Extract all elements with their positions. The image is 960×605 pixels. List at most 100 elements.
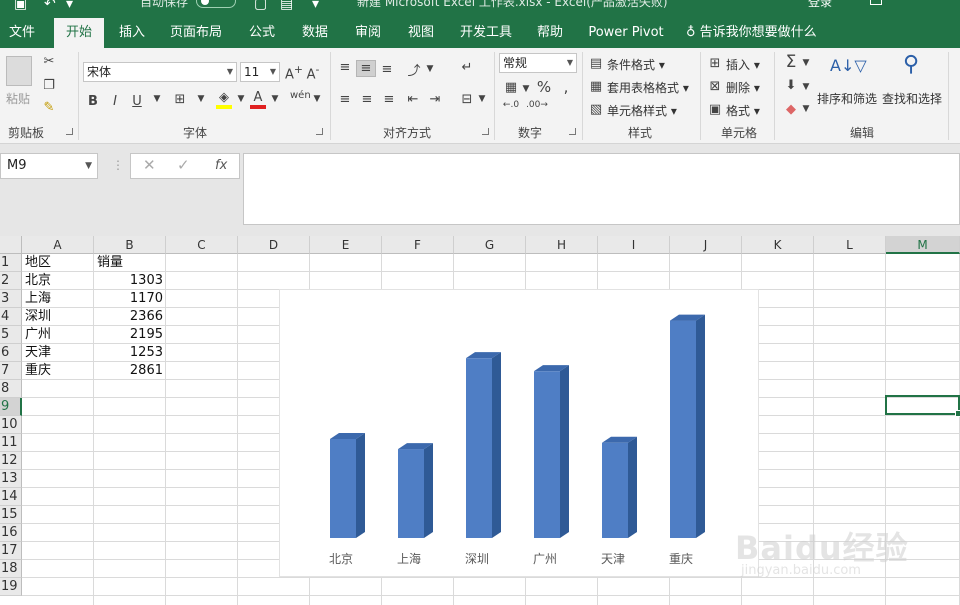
row-header-19[interactable]: 19 (0, 578, 22, 596)
undo-dropdown-icon[interactable]: ▾ (66, 0, 73, 12)
undo-icon[interactable]: ↶ (44, 0, 56, 12)
increase-indent-icon[interactable]: ⇥ (426, 92, 444, 107)
fill-icon[interactable]: ⬇ (782, 78, 800, 93)
cell-region[interactable]: 天津 (23, 344, 53, 362)
align-middle-icon[interactable]: ≡ (356, 60, 376, 77)
decrease-decimal-icon[interactable]: .00→ (526, 100, 548, 110)
row-header-12[interactable]: 12 (0, 452, 22, 470)
cell-region[interactable]: 上海 (23, 290, 53, 308)
paste-icon[interactable] (6, 56, 32, 86)
save-icon[interactable]: ▣ (14, 0, 27, 12)
chart-bar[interactable] (534, 371, 560, 538)
selected-cell-m9[interactable] (885, 395, 960, 417)
sort-filter-icon[interactable]: A↓▽ (830, 56, 867, 75)
cell-region[interactable]: 深圳 (23, 308, 53, 326)
row-header-11[interactable]: 11 (0, 434, 22, 452)
tab-home[interactable]: 开始 (54, 18, 104, 48)
column-header-f[interactable]: F (382, 236, 454, 254)
decrease-indent-icon[interactable]: ⇤ (404, 92, 422, 107)
align-left-icon[interactable]: ≡ (336, 92, 354, 107)
italic-icon[interactable]: I (108, 94, 122, 109)
merge-dropdown-icon[interactable]: ▼ (478, 94, 486, 104)
tab-review[interactable]: 审阅 (346, 18, 390, 48)
comma-style-icon[interactable]: , (560, 78, 572, 96)
clear-icon[interactable]: ◆ (782, 102, 800, 117)
row-header-1[interactable]: 1 (0, 254, 22, 272)
row-header-2[interactable]: 2 (0, 272, 22, 290)
underline-dropdown-icon[interactable]: ▼ (152, 94, 162, 104)
cell-sales[interactable]: 2195 (95, 326, 165, 344)
formula-input[interactable] (243, 153, 960, 225)
format-cells-button[interactable]: 格式 ▾ (726, 102, 760, 119)
increase-decimal-icon[interactable]: ←.0 (500, 100, 522, 110)
row-header-9[interactable]: 9 (0, 398, 22, 416)
row-header-8[interactable]: 8 (0, 380, 22, 398)
font-color-dropdown-icon[interactable]: ▼ (270, 94, 280, 104)
tab-data[interactable]: 数据 (293, 18, 337, 48)
phonetic-dropdown-icon[interactable]: ▼ (312, 94, 322, 104)
align-bottom-icon[interactable]: ≡ (378, 62, 396, 77)
align-right-icon[interactable]: ≡ (380, 92, 398, 107)
orientation-dropdown-icon[interactable]: ▼ (426, 64, 434, 74)
row-header-14[interactable]: 14 (0, 488, 22, 506)
conditional-format-button[interactable]: 条件格式 ▾ (607, 56, 665, 73)
underline-icon[interactable]: U (130, 94, 144, 109)
cell-sales[interactable]: 1170 (95, 290, 165, 308)
column-header-c[interactable]: C (166, 236, 238, 254)
number-format-select[interactable]: 常规 ▼ (499, 53, 577, 73)
cell-a1[interactable]: 地区 (23, 254, 53, 272)
enter-icon[interactable]: ✓ (177, 156, 190, 174)
clear-dropdown-icon[interactable]: ▼ (802, 104, 810, 114)
accounting-format-icon[interactable]: ▦ (500, 80, 522, 95)
border-dropdown-icon[interactable]: ▼ (196, 94, 206, 104)
tab-help[interactable]: 帮助 (528, 18, 572, 48)
fill-color-dropdown-icon[interactable]: ▼ (236, 94, 246, 104)
row-header-7[interactable]: 7 (0, 362, 22, 380)
tab-view[interactable]: 视图 (399, 18, 443, 48)
cell-sales[interactable]: 1253 (95, 344, 165, 362)
delete-cells-button[interactable]: 删除 ▾ (726, 79, 760, 96)
find-select-button[interactable]: 查找和选择 (882, 90, 942, 107)
column-header-d[interactable]: D (238, 236, 310, 254)
number-launcher-icon[interactable] (569, 128, 576, 135)
cut-icon[interactable]: ✂ (42, 54, 56, 69)
row-header-18[interactable]: 18 (0, 560, 22, 578)
formula-bar-handle-icon[interactable]: ⋮ (112, 158, 124, 172)
orientation-icon[interactable]: ⤴ (404, 60, 424, 79)
ribbon-display-options-icon[interactable] (870, 0, 882, 5)
cell-region[interactable]: 北京 (23, 272, 53, 290)
border-icon[interactable]: ⊞ (172, 92, 188, 107)
new-file-icon[interactable]: ▤ (280, 0, 293, 12)
wrap-text-icon[interactable]: ↵ (458, 60, 476, 75)
row-header-6[interactable]: 6 (0, 344, 22, 362)
chart-bar[interactable] (466, 358, 492, 538)
customize-quick-access-icon[interactable]: ▾ (312, 0, 319, 12)
font-color-icon[interactable]: A (250, 90, 266, 109)
increase-font-icon[interactable]: A+ (285, 63, 303, 82)
row-header-15[interactable]: 15 (0, 506, 22, 524)
chart-bar[interactable] (602, 442, 628, 538)
chart-bar[interactable] (330, 438, 356, 538)
merge-center-icon[interactable]: ⊟ (458, 92, 476, 107)
tab-developer[interactable]: 开发工具 (454, 18, 518, 48)
chart-bar[interactable] (398, 449, 424, 538)
format-as-table-button[interactable]: 套用表格格式 ▾ (607, 79, 689, 96)
name-box[interactable]: M9 ▼ (0, 153, 98, 179)
row-header-5[interactable]: 5 (0, 326, 22, 344)
paste-label[interactable]: 粘贴 (6, 90, 30, 107)
autosave-toggle[interactable] (196, 0, 236, 8)
row-header-13[interactable]: 13 (0, 470, 22, 488)
alignment-launcher-icon[interactable] (482, 128, 489, 135)
cell-styles-button[interactable]: 单元格样式 ▾ (607, 102, 677, 119)
accounting-dropdown-icon[interactable]: ▼ (522, 84, 530, 94)
sort-filter-button[interactable]: 排序和筛选 (817, 90, 877, 107)
insert-cells-button[interactable]: 插入 ▾ (726, 56, 760, 73)
tab-power-pivot[interactable]: Power Pivot (584, 18, 668, 48)
quick-access-button[interactable]: ▢ (254, 0, 267, 12)
cancel-icon[interactable]: ✕ (143, 156, 156, 174)
cell-region[interactable]: 广州 (23, 326, 53, 344)
fill-dropdown-icon[interactable]: ▼ (802, 82, 810, 92)
clipboard-launcher-icon[interactable] (66, 128, 73, 135)
decrease-font-icon[interactable]: A- (306, 63, 320, 82)
column-header-m[interactable]: M (886, 236, 960, 254)
